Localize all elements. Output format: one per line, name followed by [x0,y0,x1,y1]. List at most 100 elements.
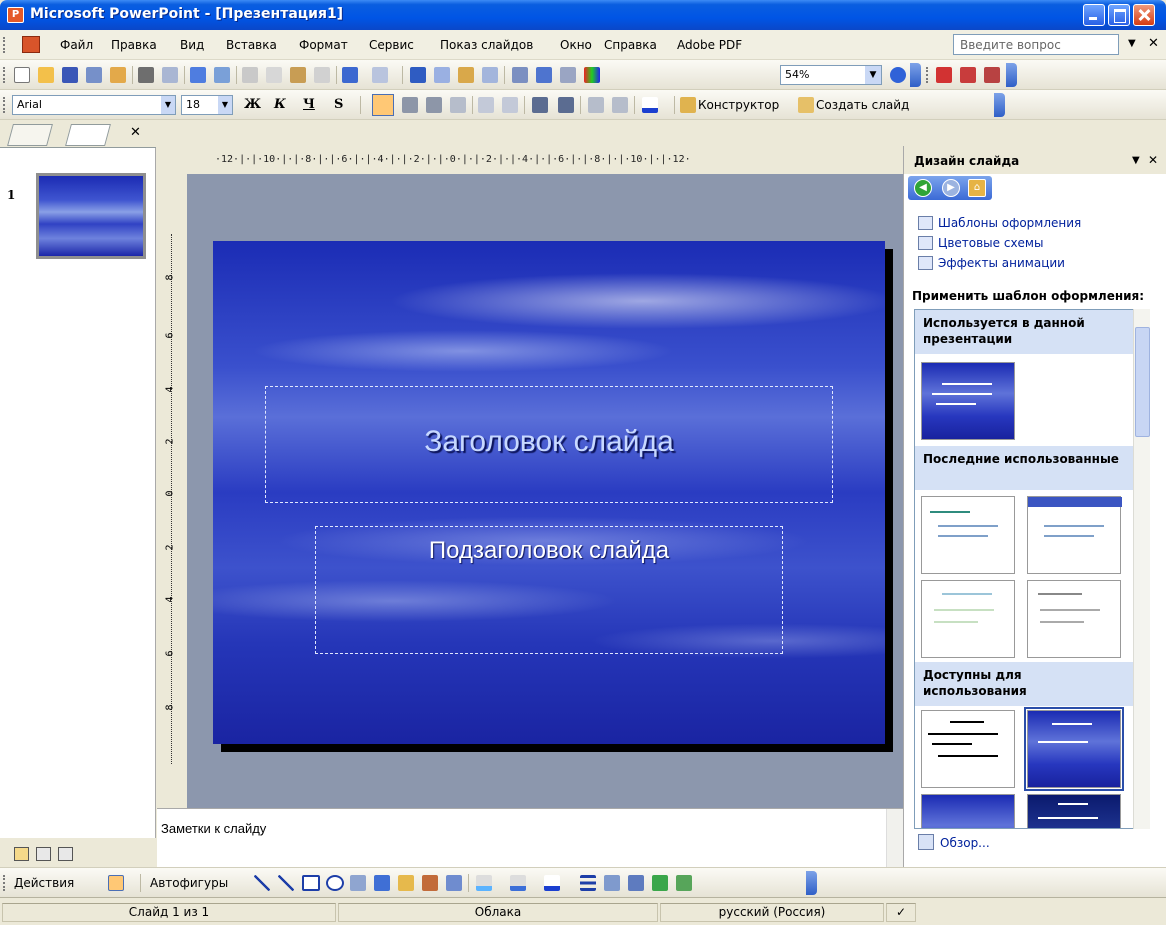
chevron-down-icon[interactable]: ▼ [865,66,881,84]
template-thumb-recent-4[interactable] [1027,580,1121,658]
align-right-icon[interactable] [426,97,442,113]
undo-icon[interactable] [342,67,358,83]
notes-scrollbar[interactable] [886,809,903,868]
slide-canvas[interactable]: Заголовок слайда Подзаголовок слайда [213,241,885,744]
bullets-icon[interactable] [502,97,518,113]
print-preview-icon[interactable] [162,67,178,83]
line-style-icon[interactable] [580,875,596,891]
clip-art-icon[interactable] [422,875,438,891]
arrow-icon[interactable] [278,875,294,891]
help-dropdown-icon[interactable]: ▼ [1128,38,1136,49]
save-icon[interactable] [62,67,78,83]
toolbar-options-icon[interactable] [1006,63,1017,87]
template-thumb-current[interactable] [921,362,1015,440]
close-icon[interactable]: ✕ [1148,153,1158,167]
tables-borders-icon[interactable] [458,67,474,83]
increase-indent-icon[interactable] [612,97,628,113]
menu-file[interactable]: Файл [60,38,93,52]
grid-icon[interactable] [560,67,576,83]
redo-icon[interactable] [372,67,388,83]
spelling-icon[interactable] [190,67,206,83]
scrollbar-thumb[interactable] [1135,327,1150,437]
template-thumb-available-3[interactable] [921,794,1015,828]
insert-table-icon[interactable] [434,67,450,83]
home-icon[interactable]: ⌂ [968,179,986,197]
chevron-down-icon[interactable]: ▼ [218,96,232,114]
slide-sorter-view-icon[interactable] [36,847,51,861]
toolbar-options-icon[interactable] [994,93,1005,117]
toolbar-grip[interactable] [3,67,6,83]
pdf-review-icon[interactable] [984,67,1000,83]
arrow-style-icon[interactable] [628,875,644,891]
menu-insert[interactable]: Вставка [226,38,277,52]
rectangle-icon[interactable] [302,875,320,891]
oval-icon[interactable] [326,875,344,891]
hyperlink-icon[interactable] [482,67,498,83]
normal-view-icon[interactable] [14,847,29,861]
color-grayscale-icon[interactable] [584,67,600,83]
chevron-down-icon[interactable]: ▼ [1132,155,1140,166]
font-color-icon[interactable] [544,875,560,891]
shadow-button[interactable]: S [334,97,343,112]
tab-outline[interactable] [7,124,53,146]
line-icon[interactable] [254,875,270,891]
title-placeholder[interactable]: Заголовок слайда [265,386,833,503]
spelling-status-icon[interactable]: ✓ [886,903,916,922]
decrease-font-icon[interactable] [558,97,574,113]
justify-icon[interactable] [450,97,466,113]
cut-icon[interactable] [242,67,258,83]
numbering-icon[interactable] [478,97,494,113]
minimize-button[interactable] [1083,4,1105,26]
open-icon[interactable] [38,67,54,83]
toolbar-grip[interactable] [3,97,6,113]
print-icon[interactable] [138,67,154,83]
font-color-icon[interactable] [642,97,658,113]
chevron-down-icon[interactable]: ▼ [161,96,175,114]
help-search-input[interactable]: Введите вопрос [953,34,1119,55]
menu-edit[interactable]: Правка [111,38,157,52]
help-icon[interactable] [890,67,906,83]
template-thumb-available-1[interactable] [921,710,1015,788]
3d-style-icon[interactable] [676,875,692,891]
actions-menu[interactable]: Действия [14,876,74,890]
toolbar-grip[interactable] [3,875,6,891]
menu-adobe-pdf[interactable]: Adobe PDF [677,38,742,52]
forward-icon[interactable]: ▶ [942,179,960,197]
menu-tools[interactable]: Сервис [369,38,414,52]
underline-button[interactable]: Ч [303,97,315,112]
menu-format[interactable]: Формат [299,38,348,52]
pdf-convert-icon[interactable] [936,67,952,83]
decrease-indent-icon[interactable] [588,97,604,113]
notes-pane[interactable]: Заметки к слайду [157,808,903,868]
research-icon[interactable] [214,67,230,83]
new-slide-icon[interactable] [798,97,814,113]
link-design-templates[interactable]: Шаблоны оформления [938,216,1081,230]
format-painter-icon[interactable] [314,67,330,83]
text-box-icon[interactable] [350,875,366,891]
dash-style-icon[interactable] [604,875,620,891]
menu-view[interactable]: Вид [180,38,204,52]
show-formatting-icon[interactable] [536,67,552,83]
document-icon[interactable] [22,36,40,53]
menu-help[interactable]: Справка [604,38,657,52]
browse-link[interactable]: Обзор... [940,836,990,850]
tab-slides[interactable] [65,124,111,146]
select-objects-icon[interactable] [108,875,124,891]
back-icon[interactable]: ◀ [914,179,932,197]
task-pane-title[interactable]: Дизайн слайда [914,154,1019,168]
link-animation-effects[interactable]: Эффекты анимации [938,256,1065,270]
font-size-select[interactable]: 18 ▼ [181,95,233,115]
menu-slideshow[interactable]: Показ слайдов [440,38,533,52]
align-left-button[interactable] [372,94,394,116]
pdf-email-icon[interactable] [960,67,976,83]
copy-icon[interactable] [266,67,282,83]
diagram-icon[interactable] [398,875,414,891]
template-thumb-available-4[interactable] [1027,794,1121,828]
design-icon[interactable] [680,97,696,113]
template-thumb-available-2[interactable] [1024,707,1124,791]
align-center-icon[interactable] [402,97,418,113]
template-list-scrollbar[interactable] [1133,309,1150,829]
close-icon[interactable]: ✕ [130,125,141,140]
slideshow-view-icon[interactable] [58,847,73,861]
template-thumb-recent-3[interactable] [921,580,1015,658]
